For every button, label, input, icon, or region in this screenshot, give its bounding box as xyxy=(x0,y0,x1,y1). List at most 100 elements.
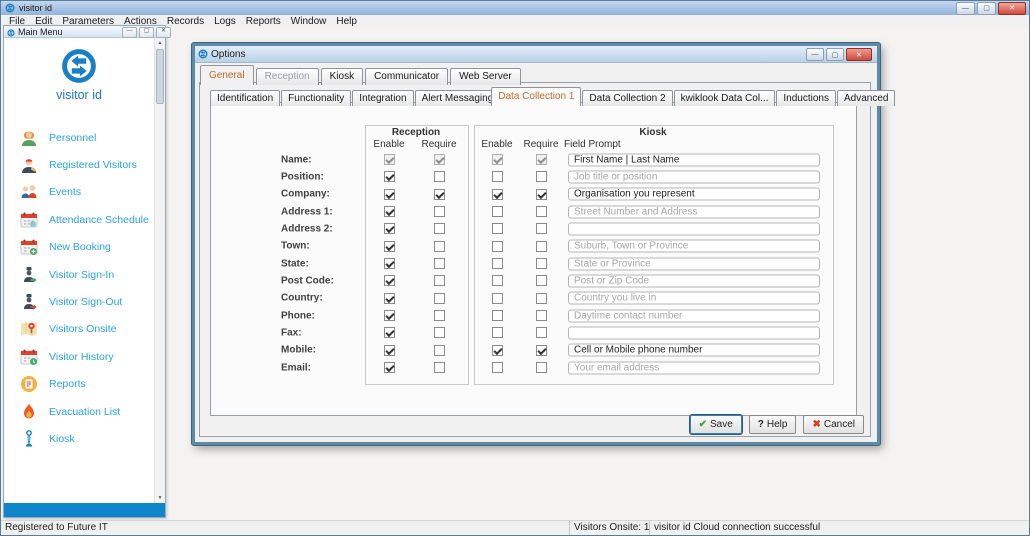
sidebar-item-evacuation-list[interactable]: Evacuation List xyxy=(4,398,154,425)
reception-require-checkbox[interactable] xyxy=(434,362,445,373)
subtab-identification[interactable]: Identification xyxy=(210,90,280,106)
reception-enable-checkbox[interactable] xyxy=(384,345,395,356)
subtab-kwiklook-data-collection[interactable]: kwiklook Data Col... xyxy=(674,90,776,106)
reception-enable-checkbox[interactable] xyxy=(384,362,395,373)
kiosk-enable-checkbox[interactable] xyxy=(492,310,503,321)
kiosk-require-checkbox[interactable] xyxy=(536,275,547,286)
kiosk-enable-checkbox[interactable] xyxy=(492,189,503,200)
kiosk-require-checkbox[interactable] xyxy=(536,241,547,252)
sidebar-item-visitor-sign-out[interactable]: Visitor Sign-Out xyxy=(4,288,154,315)
field-prompt-input[interactable] xyxy=(568,361,820,374)
close-button[interactable]: ✕ xyxy=(156,27,171,38)
menu-item-help[interactable]: Help xyxy=(331,16,362,27)
kiosk-require-checkbox[interactable] xyxy=(536,362,547,373)
sidebar-item-kiosk[interactable]: Kiosk xyxy=(4,425,154,452)
field-prompt-input[interactable] xyxy=(568,205,820,218)
reception-enable-checkbox[interactable] xyxy=(384,223,395,234)
field-prompt-input[interactable] xyxy=(568,170,820,183)
reception-enable-checkbox[interactable] xyxy=(384,241,395,252)
field-prompt-input[interactable] xyxy=(568,274,820,287)
minimize-button[interactable]: — xyxy=(806,48,824,61)
sidebar-item-visitor-sign-in[interactable]: Visitor Sign-In xyxy=(4,261,154,288)
close-button[interactable]: ✕ xyxy=(846,48,872,61)
tab-kiosk[interactable]: Kiosk xyxy=(321,68,363,85)
reception-require-checkbox[interactable] xyxy=(434,345,445,356)
help-button[interactable]: ? Help xyxy=(749,415,797,434)
kiosk-require-checkbox[interactable] xyxy=(536,345,547,356)
reception-require-checkbox[interactable] xyxy=(434,206,445,217)
minimize-button[interactable]: — xyxy=(956,2,975,15)
subtab-alert-messaging[interactable]: Alert Messaging xyxy=(415,90,501,106)
menu-item-logs[interactable]: Logs xyxy=(209,16,241,27)
field-prompt-input[interactable] xyxy=(568,326,820,339)
sidebar-item-new-booking[interactable]: New Booking xyxy=(4,234,154,261)
tab-web-server[interactable]: Web Server xyxy=(450,68,521,85)
subtab-integration[interactable]: Integration xyxy=(352,90,413,106)
reception-enable-checkbox[interactable] xyxy=(384,189,395,200)
kiosk-enable-checkbox[interactable] xyxy=(492,223,503,234)
kiosk-require-checkbox[interactable] xyxy=(536,223,547,234)
reception-enable-checkbox[interactable] xyxy=(384,258,395,269)
scrollbar[interactable]: ▲ ▼ xyxy=(154,38,165,503)
sidebar-item-registered-visitors[interactable]: Registered Visitors xyxy=(4,151,154,178)
kiosk-enable-checkbox[interactable] xyxy=(492,171,503,182)
cancel-button[interactable]: ✖ Cancel xyxy=(803,415,864,434)
field-prompt-input[interactable] xyxy=(568,344,820,357)
sidebar-item-reports[interactable]: Reports xyxy=(4,371,154,398)
kiosk-require-checkbox[interactable] xyxy=(536,258,547,269)
kiosk-enable-checkbox[interactable] xyxy=(492,293,503,304)
reception-enable-checkbox[interactable] xyxy=(384,275,395,286)
kiosk-enable-checkbox[interactable] xyxy=(492,258,503,269)
reception-require-checkbox[interactable] xyxy=(434,275,445,286)
kiosk-require-checkbox[interactable] xyxy=(536,189,547,200)
maximize-button[interactable]: ▢ xyxy=(826,48,844,61)
kiosk-require-checkbox[interactable] xyxy=(536,327,547,338)
sidebar-item-events[interactable]: Events xyxy=(4,179,154,206)
reception-enable-checkbox[interactable] xyxy=(384,206,395,217)
reception-require-checkbox[interactable] xyxy=(434,258,445,269)
reception-require-checkbox[interactable] xyxy=(434,241,445,252)
menu-item-records[interactable]: Records xyxy=(162,16,209,27)
field-prompt-input[interactable] xyxy=(568,188,820,201)
save-button[interactable]: ✔ Save xyxy=(690,415,742,434)
reception-enable-checkbox[interactable] xyxy=(384,171,395,182)
kiosk-require-checkbox[interactable] xyxy=(536,310,547,321)
kiosk-require-checkbox[interactable] xyxy=(536,293,547,304)
field-prompt-input[interactable] xyxy=(568,292,820,305)
menu-item-window[interactable]: Window xyxy=(286,16,332,27)
reception-require-checkbox[interactable] xyxy=(434,310,445,321)
sidebar-item-personnel[interactable]: Personnel xyxy=(4,124,154,151)
subtab-data-collection-1[interactable]: Data Collection 1 xyxy=(491,87,581,106)
sidebar-item-visitors-onsite[interactable]: Visitors Onsite xyxy=(4,316,154,343)
tab-communicator[interactable]: Communicator xyxy=(365,68,448,85)
kiosk-enable-checkbox[interactable] xyxy=(492,206,503,217)
subtab-inductions[interactable]: Inductions xyxy=(776,90,836,106)
kiosk-enable-checkbox[interactable] xyxy=(492,362,503,373)
scrollbar-thumb[interactable] xyxy=(156,49,164,104)
field-prompt-input[interactable] xyxy=(568,240,820,253)
sidebar-item-attendance-schedule[interactable]: Attendance Schedule xyxy=(4,206,154,233)
reception-require-checkbox[interactable] xyxy=(434,171,445,182)
kiosk-enable-checkbox[interactable] xyxy=(492,241,503,252)
minimize-button[interactable]: — xyxy=(122,27,137,38)
kiosk-enable-checkbox[interactable] xyxy=(492,327,503,338)
menu-item-reports[interactable]: Reports xyxy=(241,16,286,27)
reception-require-checkbox[interactable] xyxy=(434,189,445,200)
kiosk-enable-checkbox[interactable] xyxy=(492,275,503,286)
close-button[interactable]: ✕ xyxy=(998,2,1026,15)
subtab-data-collection-2[interactable]: Data Collection 2 xyxy=(582,90,672,106)
reception-enable-checkbox[interactable] xyxy=(384,310,395,321)
sidebar-item-visitor-history[interactable]: Visitor History xyxy=(4,343,154,370)
field-prompt-input[interactable] xyxy=(568,153,820,166)
scroll-up-icon[interactable]: ▲ xyxy=(155,38,165,48)
field-prompt-input[interactable] xyxy=(568,222,820,235)
reception-require-checkbox[interactable] xyxy=(434,327,445,338)
reception-enable-checkbox[interactable] xyxy=(384,327,395,338)
tab-general[interactable]: General xyxy=(200,65,254,85)
tab-reception[interactable]: Reception xyxy=(256,68,319,85)
subtab-functionality[interactable]: Functionality xyxy=(281,90,351,106)
scroll-down-icon[interactable]: ▼ xyxy=(155,493,165,503)
kiosk-require-checkbox[interactable] xyxy=(536,206,547,217)
reception-require-checkbox[interactable] xyxy=(434,223,445,234)
kiosk-require-checkbox[interactable] xyxy=(536,171,547,182)
